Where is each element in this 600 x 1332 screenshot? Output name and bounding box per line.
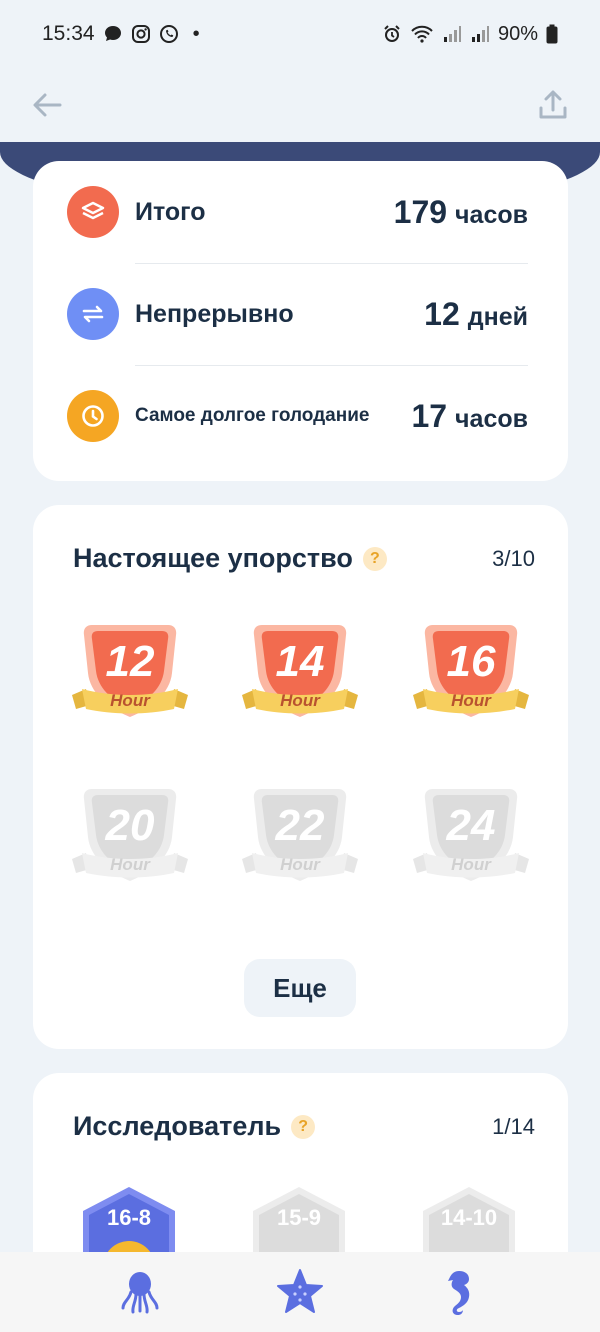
arrow-left-icon[interactable] bbox=[30, 88, 64, 122]
nav-starfish[interactable] bbox=[265, 1257, 335, 1327]
badge-14-hour[interactable]: 14 Hour bbox=[240, 615, 360, 735]
badge-number: 14 bbox=[276, 637, 325, 686]
nav-seahorse[interactable] bbox=[425, 1257, 495, 1327]
badge-22-hour-locked[interactable]: 22 Hour bbox=[240, 779, 360, 899]
badge-label: 15-9 bbox=[277, 1205, 321, 1230]
section-title: Настоящее упорство bbox=[73, 543, 353, 573]
badge-24-hour-locked[interactable]: 24 Hour bbox=[411, 779, 531, 899]
badge-20-hour-locked[interactable]: 20 Hour bbox=[70, 779, 190, 899]
clock-icon bbox=[67, 390, 119, 442]
badge-number: 24 bbox=[446, 801, 496, 850]
status-bar: 15:34 • 90% bbox=[0, 0, 600, 68]
badge-number: 22 bbox=[275, 801, 325, 850]
whatsapp-icon bbox=[159, 25, 178, 43]
more-button[interactable]: Еще bbox=[244, 959, 356, 1017]
signal-icon-2 bbox=[471, 26, 489, 42]
wifi-icon bbox=[411, 25, 433, 43]
seahorse-icon bbox=[448, 1271, 470, 1315]
stat-row-continuous: Непрерывно 12 дней bbox=[67, 263, 528, 365]
stat-unit: часов bbox=[455, 200, 528, 229]
badge-label: Hour bbox=[110, 855, 151, 874]
bottom-nav bbox=[0, 1252, 600, 1332]
stat-label: Самое долгое голодание bbox=[135, 405, 370, 426]
status-time: 15:34 bbox=[42, 22, 95, 45]
nav-octopus[interactable] bbox=[105, 1257, 175, 1327]
badge-label: Hour bbox=[280, 855, 321, 874]
badge-label: Hour bbox=[280, 691, 321, 710]
stat-label: Итого bbox=[135, 197, 206, 226]
share-upload-icon[interactable] bbox=[536, 88, 570, 122]
layers-icon bbox=[67, 186, 119, 238]
octopus-icon bbox=[121, 1272, 159, 1314]
stats-card: Итого 179 часов Непрерывно 12 дней Самое… bbox=[33, 161, 568, 481]
badge-12-hour[interactable]: 12 Hour bbox=[70, 615, 190, 735]
help-icon[interactable]: ? bbox=[362, 546, 387, 571]
top-bar bbox=[0, 68, 600, 142]
badge-16-hour[interactable]: 16 Hour bbox=[411, 615, 531, 735]
battery-icon bbox=[546, 24, 558, 44]
stat-value: 17 bbox=[411, 397, 448, 434]
stat-label: Непрерывно bbox=[135, 299, 294, 328]
badge-number: 12 bbox=[106, 637, 155, 686]
badge-label: Hour bbox=[110, 691, 151, 710]
notification-dot: • bbox=[192, 22, 200, 45]
stat-value: 179 bbox=[393, 193, 448, 230]
stat-unit: дней bbox=[467, 302, 528, 331]
help-icon[interactable]: ? bbox=[291, 1114, 316, 1139]
badge-label: Hour bbox=[451, 691, 492, 710]
instagram-icon bbox=[131, 25, 150, 43]
repeat-arrows-icon bbox=[67, 288, 119, 340]
stat-unit: часов bbox=[455, 404, 528, 433]
stat-row-total: Итого 179 часов bbox=[67, 161, 528, 263]
signal-icon bbox=[443, 26, 461, 42]
section-count: 3/10 bbox=[492, 545, 535, 571]
badge-label: 16-8 bbox=[107, 1205, 151, 1230]
chat-bubble-icon bbox=[104, 26, 121, 41]
badge-number: 16 bbox=[447, 637, 496, 686]
battery-percent: 90% bbox=[497, 22, 538, 45]
badge-label: Hour bbox=[451, 855, 492, 874]
stat-value: 12 bbox=[424, 295, 460, 332]
section-title: Исследователь bbox=[73, 1111, 282, 1141]
persistence-card: Настоящее упорство ? 3/10 12 Hour 14 Hou… bbox=[33, 505, 568, 1049]
alarm-icon bbox=[384, 25, 400, 42]
badge-label: 14-10 bbox=[441, 1205, 497, 1230]
section-count: 1/14 bbox=[492, 1113, 535, 1139]
starfish-icon bbox=[277, 1269, 323, 1313]
stat-row-longest: Самое долгое голодание 17 часов bbox=[67, 365, 528, 467]
badge-number: 20 bbox=[105, 801, 155, 850]
